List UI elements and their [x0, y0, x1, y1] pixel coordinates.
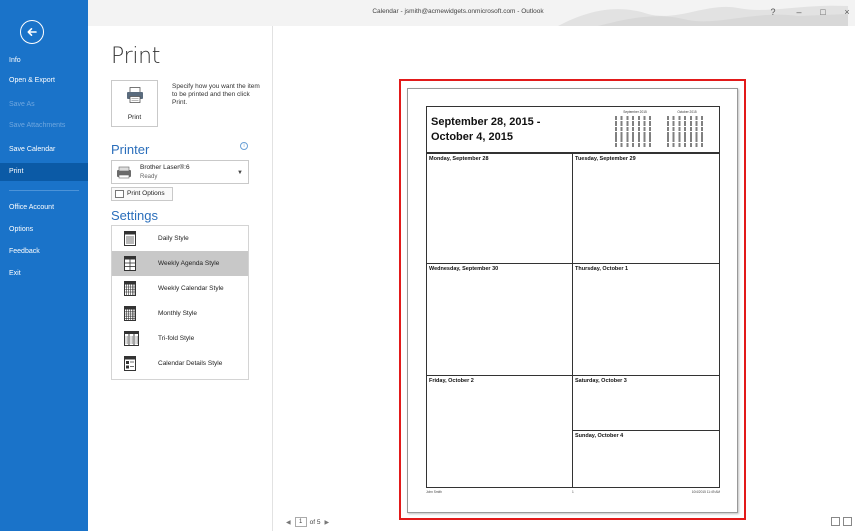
- printer-name: Brother Laser®:6: [140, 164, 190, 171]
- printer-dropdown[interactable]: Brother Laser®:6 Ready ▼: [111, 160, 249, 184]
- nav-save-calendar[interactable]: Save Calendar: [0, 142, 88, 158]
- minimize-button[interactable]: –: [792, 7, 806, 17]
- nav-save-as[interactable]: Save As: [0, 97, 88, 113]
- date-range-line-1: September 28, 2015 -: [431, 116, 541, 128]
- day-cell: Thursday, October 1: [573, 264, 720, 376]
- laser-printer-icon: [117, 166, 131, 179]
- calendar-details-style-icon: [124, 356, 136, 371]
- style-weekly-agenda[interactable]: Weekly Agenda Style: [112, 251, 248, 276]
- day-label: Saturday, October 3: [575, 378, 627, 384]
- day-label: Monday, September 28: [429, 156, 489, 162]
- mini-calendar-title: October 2015: [677, 110, 697, 114]
- title-bar: Calendar - jsmith@acmewidgets.onmicrosof…: [88, 0, 855, 26]
- day-cell: Wednesday, September 30: [427, 264, 573, 376]
- style-label: Calendar Details Style: [158, 360, 223, 367]
- print-options-icon: [115, 190, 124, 198]
- next-page-icon[interactable]: ▶: [324, 519, 329, 526]
- nav-office-account[interactable]: Office Account: [0, 200, 88, 216]
- print-button-label: Print: [127, 114, 142, 121]
- nav-save-attachments[interactable]: Save Attachments: [0, 118, 88, 134]
- day-cell: Friday, October 2: [427, 376, 573, 487]
- footer-page-number: 1: [572, 490, 574, 494]
- previous-page-icon[interactable]: ◀: [286, 519, 291, 526]
- multiple-pages-icon[interactable]: [843, 517, 852, 526]
- footer-author: John Smith: [426, 490, 442, 494]
- day-label: Thursday, October 1: [575, 266, 629, 272]
- mini-calendar-title: September 2015: [623, 110, 647, 114]
- chevron-down-icon: ▼: [237, 170, 243, 176]
- style-label: Daily Style: [158, 235, 189, 242]
- settings-heading: Settings: [111, 208, 158, 223]
- day-cell: Sunday, October 4: [573, 431, 720, 487]
- weekly-calendar-style-icon: [124, 281, 136, 296]
- style-label: Weekly Agenda Style: [158, 260, 220, 267]
- back-arrow-icon[interactable]: [20, 20, 44, 44]
- print-preview-page[interactable]: September 28, 2015 - October 4, 2015 Sep…: [407, 88, 738, 513]
- info-icon[interactable]: i: [240, 142, 248, 150]
- tri-fold-style-icon: [124, 331, 139, 346]
- week-agenda-grid: Monday, September 28 Tuesday, September …: [426, 154, 720, 488]
- mini-calendar-october: October 2015: [667, 110, 707, 150]
- mini-calendar-september: September 2015: [615, 110, 655, 150]
- printer-status: Ready: [140, 174, 158, 180]
- printer-icon: [127, 87, 143, 103]
- help-button[interactable]: ?: [766, 7, 780, 17]
- style-calendar-details[interactable]: Calendar Details Style: [112, 351, 248, 376]
- day-label: Tuesday, September 29: [575, 156, 636, 162]
- actual-size-icon[interactable]: [831, 517, 840, 526]
- pane-divider: [272, 26, 273, 531]
- style-tri-fold[interactable]: Tri-fold Style: [112, 326, 248, 351]
- daily-style-icon: [124, 231, 136, 246]
- day-cell: Saturday, October 3: [573, 376, 720, 431]
- day-label: Friday, October 2: [429, 378, 474, 384]
- page-number-input[interactable]: 1: [294, 517, 307, 527]
- weekly-agenda-style-icon: [124, 256, 136, 271]
- nav-options[interactable]: Options: [0, 222, 88, 238]
- maximize-button[interactable]: □: [816, 7, 830, 17]
- style-weekly-calendar[interactable]: Weekly Calendar Style: [112, 276, 248, 301]
- page-title: Print: [111, 44, 161, 69]
- preview-header: September 28, 2015 - October 4, 2015 Sep…: [426, 106, 720, 154]
- style-daily[interactable]: Daily Style: [112, 226, 248, 251]
- print-description: Specify how you want the item to be prin…: [172, 83, 260, 106]
- print-style-list: Daily Style Weekly Agenda Style Weekly C…: [111, 225, 249, 380]
- day-label: Sunday, October 4: [575, 433, 624, 439]
- close-button[interactable]: ×: [840, 7, 854, 17]
- printer-heading: Printer: [111, 142, 150, 157]
- day-cell: Monday, September 28: [427, 154, 573, 264]
- nav-open-export[interactable]: Open & Export: [0, 73, 88, 89]
- preview-content: September 28, 2015 - October 4, 2015 Sep…: [426, 106, 720, 496]
- style-monthly[interactable]: Monthly Style: [112, 301, 248, 326]
- nav-divider: [9, 190, 79, 191]
- backstage-nav: Info Open & Export Save As Save Attachme…: [0, 0, 88, 531]
- print-button[interactable]: Print: [111, 80, 158, 127]
- monthly-style-icon: [124, 306, 136, 321]
- page-navigation: ◀ 1 of 5 ▶: [286, 516, 329, 528]
- style-label: Tri-fold Style: [158, 335, 195, 342]
- style-label: Monthly Style: [158, 310, 198, 317]
- page-total: of 5: [309, 518, 321, 526]
- nav-print[interactable]: Print: [0, 163, 88, 181]
- day-label: Wednesday, September 30: [429, 266, 499, 272]
- style-label: Weekly Calendar Style: [158, 285, 224, 292]
- print-options-label: Print Options: [127, 190, 165, 197]
- day-cell: Tuesday, September 29: [573, 154, 720, 264]
- print-options-button[interactable]: Print Options: [111, 187, 173, 201]
- footer-timestamp: 10/4/2015 11:49 AM: [691, 490, 720, 494]
- nav-exit[interactable]: Exit: [0, 266, 88, 282]
- nav-info[interactable]: Info: [0, 53, 88, 69]
- nav-feedback[interactable]: Feedback: [0, 244, 88, 260]
- date-range-line-2: October 4, 2015: [431, 131, 513, 143]
